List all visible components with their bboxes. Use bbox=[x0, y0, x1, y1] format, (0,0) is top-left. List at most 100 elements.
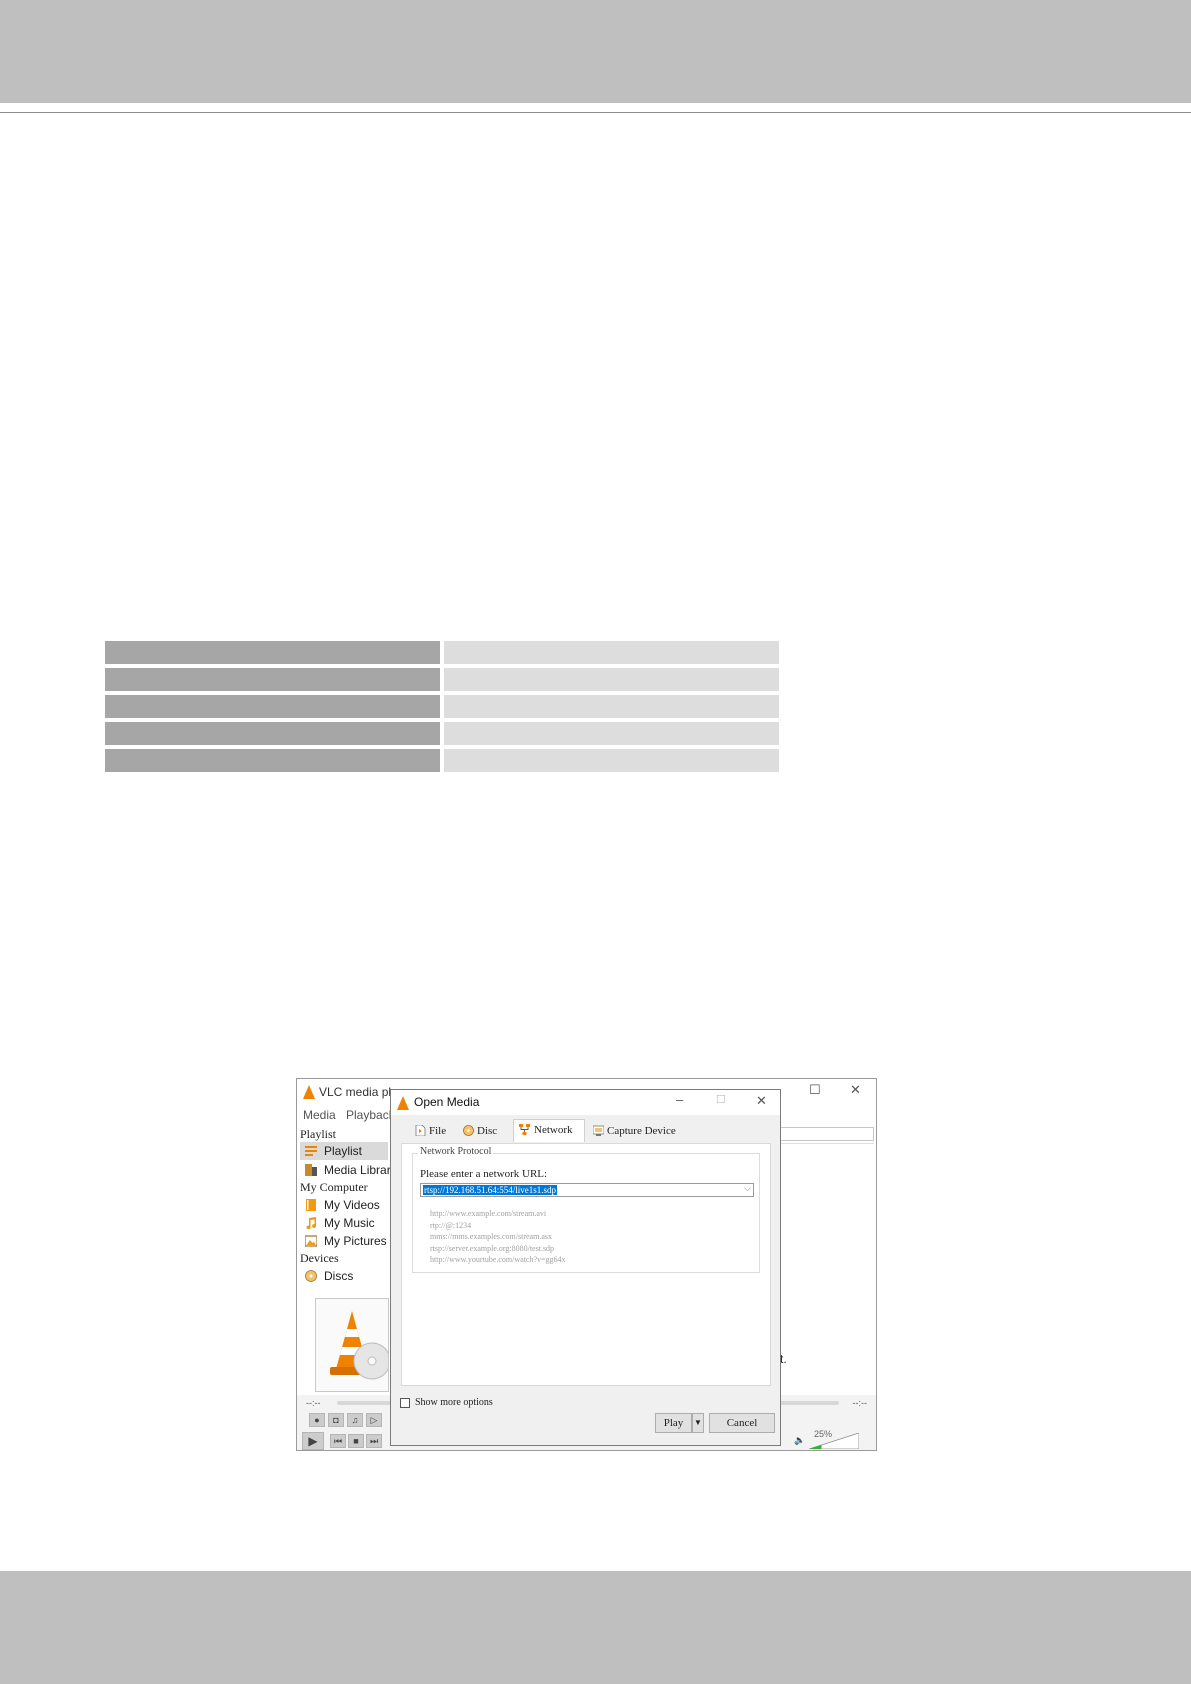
tab-file[interactable]: File bbox=[413, 1121, 453, 1141]
vlc-cone-icon bbox=[397, 1096, 409, 1110]
close-icon[interactable]: ✕ bbox=[850, 1082, 861, 1098]
open-media-dialog: Open Media – ☐ ✕ File Disc Network Captu… bbox=[390, 1089, 781, 1446]
table-key-cell bbox=[105, 695, 440, 718]
table-key-cell bbox=[105, 749, 440, 772]
cancel-button[interactable]: Cancel bbox=[709, 1413, 775, 1433]
playlist-search-input[interactable] bbox=[780, 1127, 874, 1141]
table-value-cell bbox=[444, 668, 779, 691]
example-url: http://www.yourtube.com/watch?v=gg64x bbox=[430, 1255, 566, 1264]
vlc-window-title: VLC media pl bbox=[319, 1085, 392, 1099]
speaker-icon[interactable]: 🔈 bbox=[794, 1435, 805, 1446]
sidebar-item-label: My Music bbox=[324, 1216, 375, 1230]
table-value-cell bbox=[444, 749, 779, 772]
table-key-cell bbox=[105, 641, 440, 664]
vlc-screenshot-figure: VLC media pl ☐ ✕ Media Playback Playlist… bbox=[296, 1078, 877, 1451]
stop-button[interactable]: ■ bbox=[348, 1434, 364, 1448]
tab-capture-device[interactable]: Capture Device bbox=[591, 1121, 681, 1141]
page-footer-band bbox=[0, 1571, 1191, 1684]
sidebar-item-label: My Videos bbox=[324, 1198, 380, 1212]
disc-icon bbox=[463, 1125, 474, 1136]
vlc-cone-art-icon bbox=[330, 1311, 391, 1380]
sidebar-item-label: Media Library bbox=[324, 1163, 397, 1177]
dialog-title: Open Media bbox=[414, 1095, 480, 1109]
maximize-icon[interactable]: ☐ bbox=[809, 1082, 821, 1098]
table-row bbox=[105, 722, 779, 745]
menu-playback[interactable]: Playback bbox=[346, 1108, 395, 1122]
sidebar-item-label: Discs bbox=[324, 1269, 354, 1283]
group-label: Network Protocol bbox=[418, 1146, 494, 1157]
chevron-down-icon[interactable]: ⌵ bbox=[744, 1183, 751, 1194]
table-row bbox=[105, 641, 779, 664]
network-url-combobox[interactable]: rtsp://192.168.51.64:554/live1s1.sdp ⌵ bbox=[420, 1183, 754, 1197]
example-url: rtsp://server.example.org:8080/test.sdp bbox=[430, 1243, 555, 1253]
table-row bbox=[105, 668, 779, 691]
media-library-icon bbox=[305, 1164, 317, 1176]
tab-network[interactable]: Network bbox=[513, 1119, 585, 1142]
network-panel: Network Protocol Please enter a network … bbox=[401, 1143, 771, 1386]
sidebar-item-media-library[interactable]: Media Library bbox=[300, 1161, 397, 1179]
url-label: Please enter a network URL: bbox=[420, 1168, 548, 1180]
sidebar-item-playlist[interactable]: Playlist bbox=[300, 1142, 388, 1160]
page-header-band bbox=[0, 0, 1191, 103]
spec-table bbox=[105, 641, 779, 776]
capture-device-icon bbox=[593, 1125, 604, 1136]
playlist-hint-fragment: t. bbox=[780, 1352, 787, 1366]
picture-icon bbox=[305, 1235, 317, 1247]
previous-button[interactable]: ⏮ bbox=[330, 1434, 346, 1448]
show-more-checkbox[interactable] bbox=[400, 1398, 410, 1408]
sidebar-header-devices: Devices bbox=[300, 1251, 339, 1265]
url-examples: http://www.example.com/stream.avi rtp://… bbox=[430, 1208, 566, 1266]
vlc-playlist-area: t. bbox=[780, 1125, 876, 1395]
play-button[interactable]: ▶ bbox=[302, 1432, 324, 1450]
sidebar-item-my-music[interactable]: My Music bbox=[300, 1214, 388, 1232]
sidebar-header-playlist: Playlist bbox=[300, 1127, 337, 1141]
volume-slider[interactable] bbox=[809, 1433, 859, 1449]
time-total: --:-- bbox=[852, 1398, 868, 1408]
tab-label: Network bbox=[534, 1124, 573, 1136]
frame-step-button[interactable]: ▷ bbox=[366, 1413, 382, 1427]
play-dropdown-button[interactable]: ▼ bbox=[692, 1413, 704, 1433]
maximize-icon[interactable]: ☐ bbox=[716, 1093, 726, 1106]
table-key-cell bbox=[105, 722, 440, 745]
example-url: rtp://@:1234 bbox=[430, 1220, 472, 1230]
network-icon bbox=[519, 1124, 530, 1135]
table-value-cell bbox=[444, 695, 779, 718]
file-icon bbox=[415, 1125, 426, 1136]
play-button[interactable]: Play bbox=[655, 1413, 692, 1433]
sidebar-header-my-computer: My Computer bbox=[300, 1180, 368, 1194]
tab-label: Capture Device bbox=[607, 1125, 676, 1137]
table-value-cell bbox=[444, 641, 779, 664]
header-rule bbox=[0, 112, 1191, 113]
tab-label: Disc bbox=[477, 1125, 498, 1137]
show-more-label: Show more options bbox=[415, 1397, 493, 1408]
record-button[interactable]: ● bbox=[309, 1413, 325, 1427]
sidebar-item-discs[interactable]: Discs bbox=[300, 1267, 388, 1285]
album-art bbox=[315, 1298, 391, 1392]
network-url-value: rtsp://192.168.51.64:554/live1s1.sdp bbox=[423, 1185, 558, 1195]
table-row bbox=[105, 695, 779, 718]
table-row bbox=[105, 749, 779, 772]
loop-ab-button[interactable]: ♫ bbox=[347, 1413, 363, 1427]
sidebar-item-label: Playlist bbox=[324, 1144, 363, 1158]
table-value-cell bbox=[444, 722, 779, 745]
menu-media[interactable]: Media bbox=[303, 1108, 336, 1122]
time-elapsed: --:-- bbox=[306, 1398, 321, 1408]
tab-label: File bbox=[429, 1125, 447, 1137]
next-button[interactable]: ⏭ bbox=[366, 1434, 382, 1448]
sidebar-item-my-videos[interactable]: My Videos bbox=[300, 1196, 388, 1214]
dialog-tabs: File Disc Network Capture Device bbox=[401, 1119, 771, 1143]
music-note-icon bbox=[306, 1217, 317, 1229]
playlist-list bbox=[780, 1143, 874, 1393]
example-url: mms://mms.examples.com/stream.asx bbox=[430, 1232, 552, 1241]
film-icon bbox=[306, 1199, 316, 1211]
sidebar-item-my-pictures[interactable]: My Pictures bbox=[300, 1232, 388, 1250]
network-protocol-group: Network Protocol Please enter a network … bbox=[412, 1146, 760, 1273]
dialog-title-bar: Open Media – ☐ ✕ bbox=[391, 1090, 780, 1115]
playlist-icon bbox=[305, 1146, 317, 1156]
tab-disc[interactable]: Disc bbox=[461, 1121, 505, 1141]
minimize-icon[interactable]: – bbox=[676, 1092, 683, 1107]
table-key-cell bbox=[105, 668, 440, 691]
snapshot-button[interactable]: ◘ bbox=[328, 1413, 344, 1427]
example-url: http://www.example.com/stream.avi bbox=[430, 1209, 547, 1218]
close-icon[interactable]: ✕ bbox=[756, 1093, 767, 1109]
